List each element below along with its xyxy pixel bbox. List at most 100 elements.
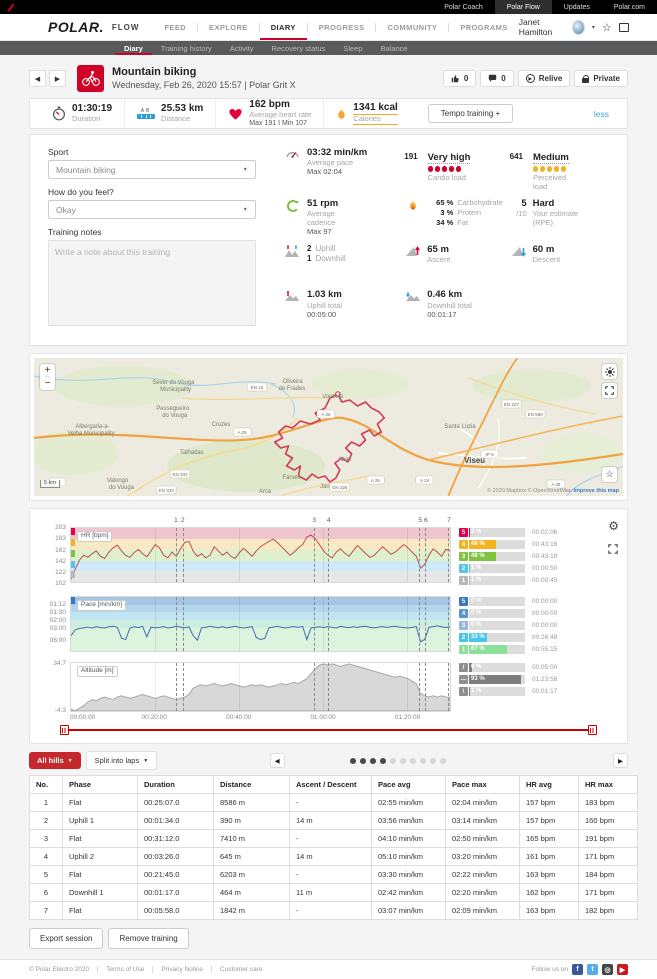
twitter-icon[interactable]: t	[587, 964, 598, 975]
svg-text:A 25: A 25	[551, 482, 561, 487]
prev-session-button[interactable]: ◀	[29, 70, 46, 87]
time-range-slider[interactable]	[36, 724, 601, 737]
pagination-dot[interactable]	[370, 758, 376, 764]
pagination-dot[interactable]	[440, 758, 446, 764]
table-row[interactable]: 5Flat00:21:45.06203 m-03:30 min/km02:22 …	[30, 866, 638, 884]
main-nav: POLAR. FLOW FEED EXPLORE DIARY PROGRESS …	[0, 14, 657, 41]
improve-map-link[interactable]: Improve this map	[573, 488, 619, 494]
laps-pagination-dots[interactable]	[350, 758, 446, 764]
table-row[interactable]: 6Downhill 100:01:17.0464 m11 m02:42 min/…	[30, 884, 638, 902]
pace-zone-row: 40 %00:00:00	[459, 608, 601, 619]
chevron-down-icon[interactable]: ▾	[592, 24, 595, 31]
hr-chart[interactable]: HR [bpm]	[70, 527, 451, 583]
nav-item-progress[interactable]: PROGRESS	[308, 14, 376, 40]
map-zoom-control[interactable]: + −	[40, 364, 55, 390]
privacy-button[interactable]: Private	[574, 70, 628, 87]
table-row[interactable]: 1Flat00:25:07.08586 m-02:55 min/km02:04 …	[30, 794, 638, 812]
nav-item-explore[interactable]: EXPLORE	[198, 14, 259, 40]
sport-select[interactable]: Mountain biking ▼	[48, 160, 256, 179]
pagination-dot[interactable]	[400, 758, 406, 764]
stat-cadence: 51 rpm Average cadence Max 97	[284, 198, 398, 240]
stat-perceived-load[interactable]: 641 Medium Perceived load	[510, 147, 609, 194]
relive-label: Relive	[539, 74, 563, 83]
slider-handle-right[interactable]	[588, 725, 597, 735]
altitude-chart[interactable]: Altitude [m]	[70, 662, 451, 712]
pagination-dot[interactable]	[410, 758, 416, 764]
pagination-dot[interactable]	[420, 758, 426, 764]
avatar[interactable]	[572, 20, 585, 35]
summary-calories[interactable]: 1341 kcal Calories	[323, 99, 410, 128]
stat-energy-sources[interactable]: 65 %Carbohydrate 3 %Protein 34 %Fat	[404, 198, 503, 240]
privacy-link[interactable]: Privacy Notice	[161, 966, 203, 973]
topbar-polar-com[interactable]: Polar.com	[602, 0, 657, 14]
hr-zone-legend: 52 %00:02:06 448 %00:43:16 348 %00:43:18…	[451, 527, 601, 587]
svg-text:EN 16: EN 16	[251, 385, 264, 390]
cardio-load-dots	[428, 166, 471, 172]
subnav-recovery-status[interactable]: Recovery status	[263, 41, 335, 55]
table-row[interactable]: 4Uphill 200:03:26.0645 m14 m05:10 min/km…	[30, 848, 638, 866]
svg-text:de Frades: de Frades	[279, 386, 306, 392]
table-row[interactable]: 2Uphill 100:01:34.0390 m14 m03:56 min/km…	[30, 812, 638, 830]
pagination-dot[interactable]	[430, 758, 436, 764]
training-notes-input[interactable]	[48, 240, 256, 326]
pagination-dot[interactable]	[360, 758, 366, 764]
pagination-dot[interactable]	[380, 758, 386, 764]
pace-chart[interactable]: Pace [min/km]	[70, 596, 451, 652]
chart-settings-gear-icon[interactable]: ⚙	[608, 519, 619, 533]
pace-zone-row: 167 %00:55:15	[459, 644, 601, 655]
subnav-sleep[interactable]: Sleep	[334, 41, 371, 55]
altitude-legend: /6 %00:05:00 —93 %01:23:58 \1 %00:01:17	[451, 662, 601, 712]
comment-button[interactable]: 0	[480, 70, 513, 87]
nav-item-feed[interactable]: FEED	[153, 14, 197, 40]
route-map[interactable]: Sever do Vouga Municipality Pessegueiro …	[34, 358, 623, 496]
hills-filter-button[interactable]: All hills▼	[29, 752, 81, 769]
facebook-icon[interactable]: f	[572, 964, 583, 975]
split-into-laps-button[interactable]: Split into laps▼	[86, 751, 158, 770]
training-target-button[interactable]: Tempo training +	[428, 104, 513, 123]
table-row[interactable]: 3Flat00:31:12.07410 m-04:10 min/km02:50 …	[30, 830, 638, 848]
zoom-out-icon[interactable]: −	[45, 377, 51, 390]
slider-handle-left[interactable]	[60, 725, 69, 735]
nav-item-community[interactable]: COMMUNITY	[376, 14, 448, 40]
map-compass-icon[interactable]	[602, 364, 617, 379]
subnav-activity[interactable]: Activity	[221, 41, 263, 55]
less-link[interactable]: less	[594, 109, 617, 119]
instagram-icon[interactable]: ◎	[602, 964, 613, 975]
topbar-updates[interactable]: Updates	[552, 0, 602, 14]
like-button[interactable]: 0	[443, 70, 476, 87]
nav-item-programs[interactable]: PROGRAMS	[449, 14, 518, 40]
laps-prev-page-button[interactable]: ◀	[270, 753, 285, 768]
user-name[interactable]: Janet Hamilton	[519, 17, 566, 37]
next-session-button[interactable]: ▶	[49, 70, 66, 87]
relive-button[interactable]: ▶ Relive	[518, 70, 571, 87]
subnav-balance[interactable]: Balance	[372, 41, 417, 55]
lock-icon	[582, 78, 589, 83]
subnav-training-history[interactable]: Training history	[152, 41, 221, 55]
topbar-polar-flow[interactable]: Polar Flow	[495, 0, 552, 14]
customer-care-link[interactable]: Customer care	[220, 966, 263, 973]
favorites-icon[interactable]: ☆	[602, 21, 612, 34]
nav-item-diary[interactable]: DIARY	[260, 14, 307, 40]
export-session-button[interactable]: Export session	[29, 928, 103, 949]
remove-training-button[interactable]: Remove training	[108, 928, 188, 949]
subnav-diary[interactable]: Diary	[115, 41, 152, 55]
table-row[interactable]: 7Flat00:05:58.01842 m-03:07 min/km02:09 …	[30, 902, 638, 920]
pagination-dot[interactable]	[350, 758, 356, 764]
polar-logo[interactable]: POLAR. FLOW	[48, 14, 139, 40]
youtube-icon[interactable]: ▶	[617, 964, 628, 975]
terms-link[interactable]: Terms of Use	[106, 966, 144, 973]
pagination-dot[interactable]	[390, 758, 396, 764]
chart-fullscreen-icon[interactable]	[608, 541, 618, 559]
map-fullscreen-icon[interactable]	[602, 383, 617, 398]
feel-select[interactable]: Okay ▼	[48, 200, 256, 219]
map-favorite-icon[interactable]: ☆	[602, 467, 617, 482]
stat-downhill-total: 0.46 km Downhill total 00:01:17	[404, 289, 503, 331]
map-attribution[interactable]: © 2020 Mapbox © OpenStreetMap Improve th…	[487, 488, 619, 494]
follow-us-label: Follow us on	[532, 966, 569, 973]
svg-text:Albergaria-a-: Albergaria-a-	[75, 424, 109, 430]
stat-cardio-load[interactable]: 191 Very high Cardio load	[404, 147, 503, 194]
topbar-polar-coach[interactable]: Polar Coach	[432, 0, 495, 14]
laps-next-page-button[interactable]: ▶	[613, 753, 628, 768]
zoom-in-icon[interactable]: +	[45, 364, 51, 377]
devices-icon[interactable]	[619, 23, 629, 32]
